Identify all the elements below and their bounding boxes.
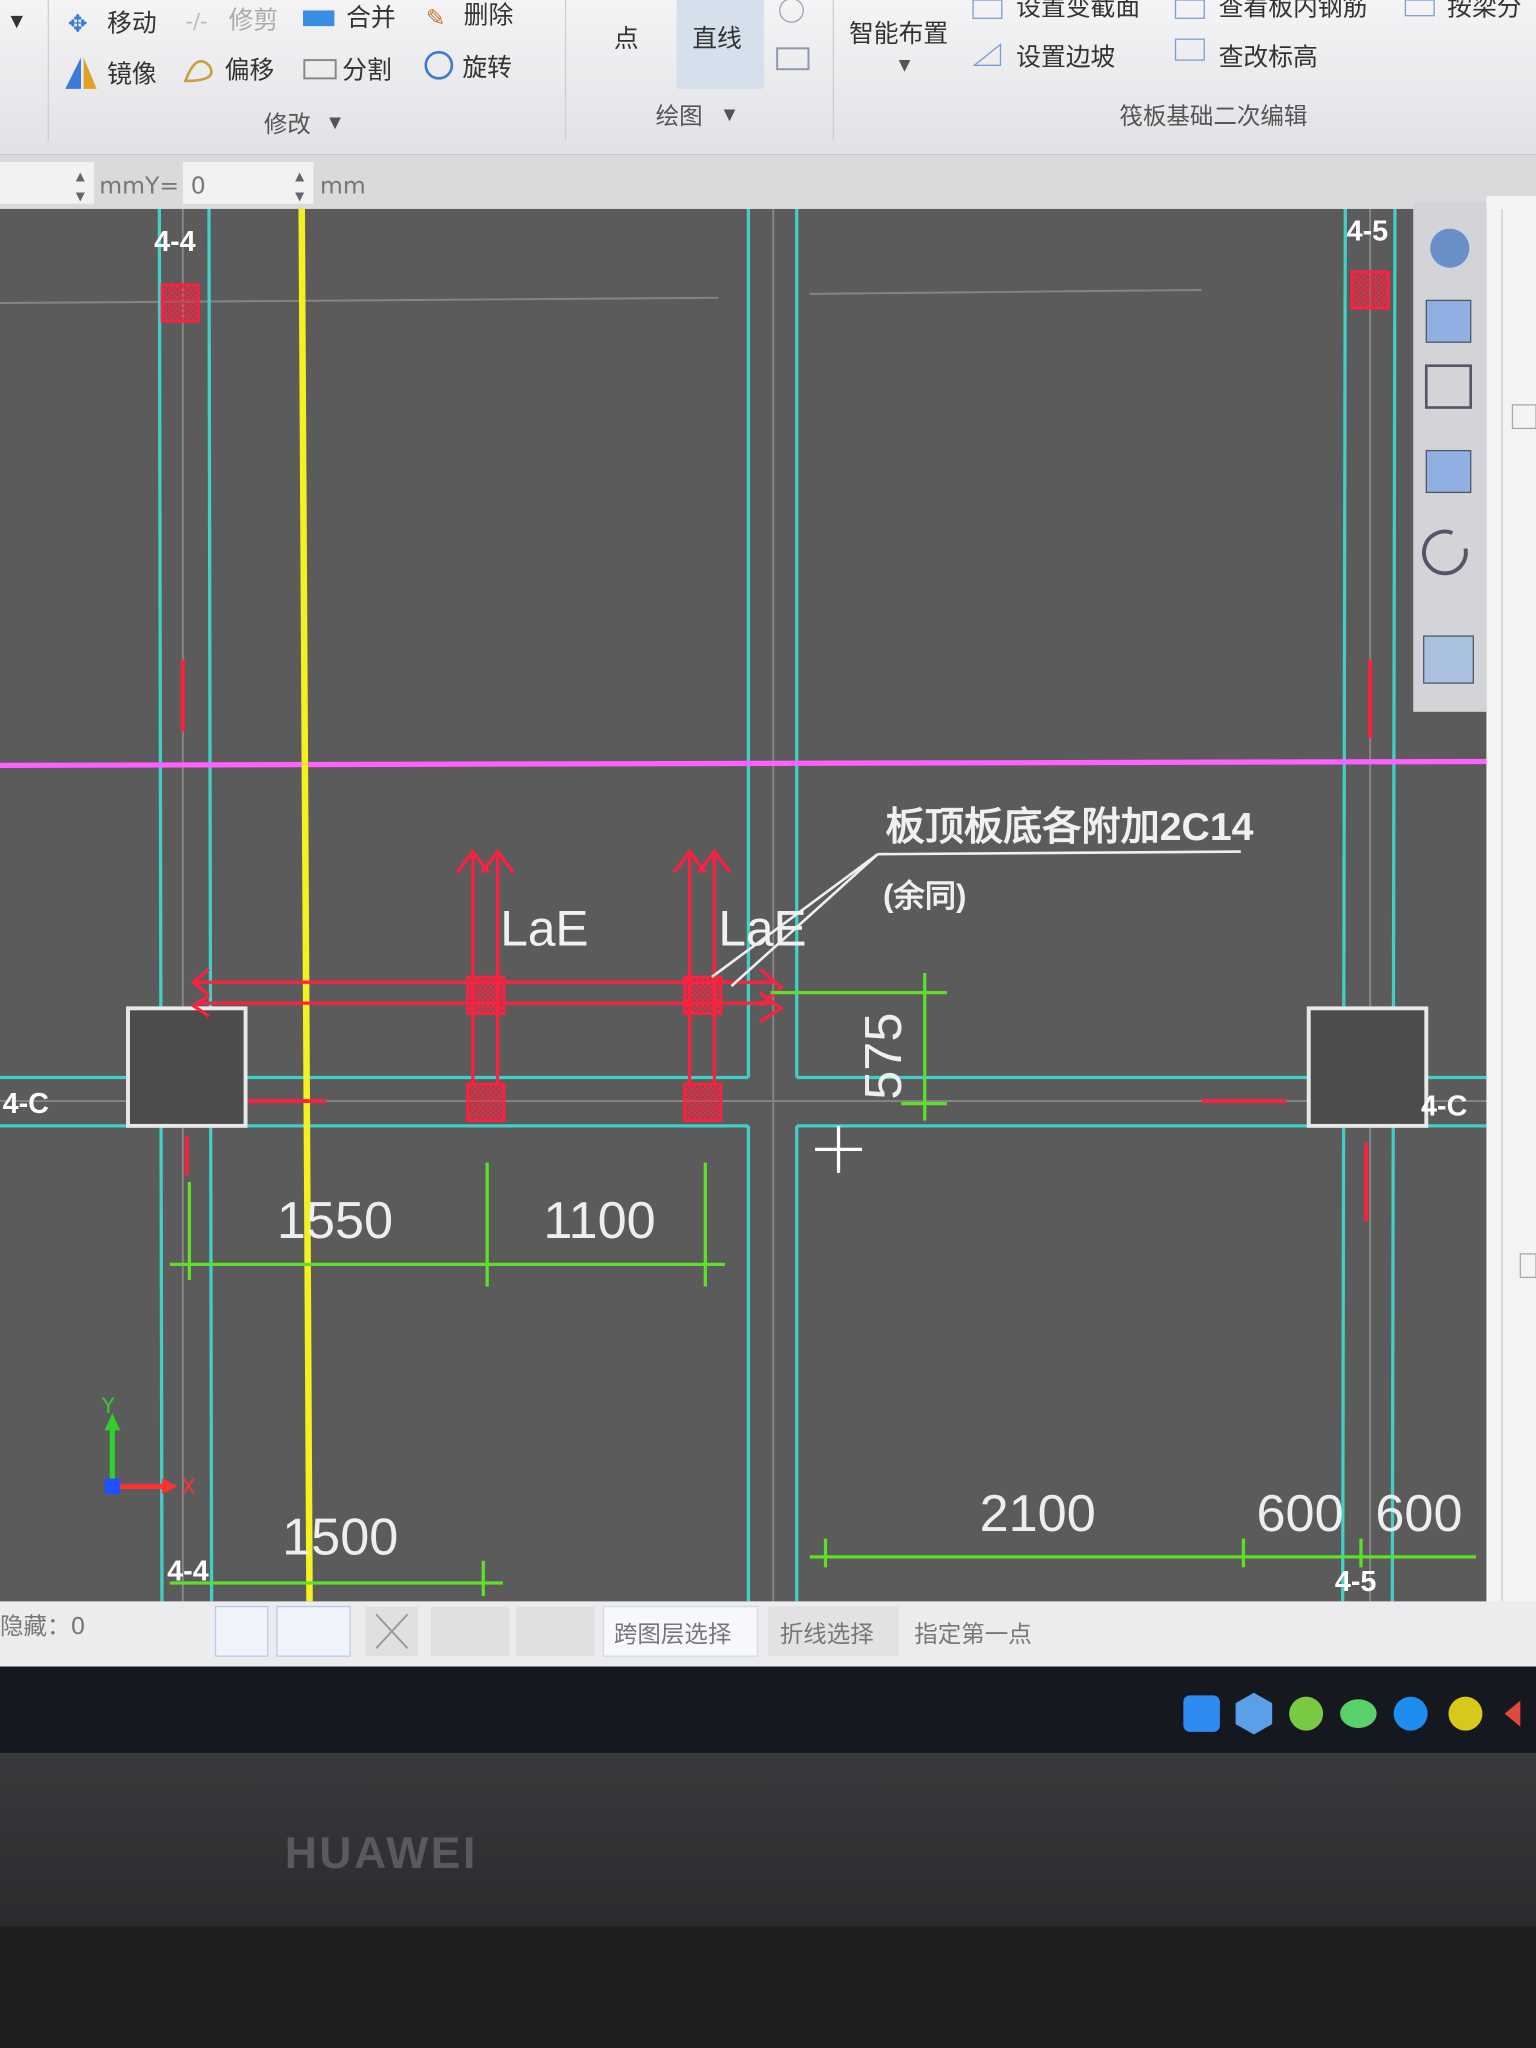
svg-text:旋转: 旋转 [462,53,512,82]
spinner-down[interactable]: ▼ [295,189,304,203]
svg-text:修剪: 修剪 [229,6,279,35]
spinner-down[interactable]: ▼ [76,189,85,203]
screen-photo: ▾ ✥ 移动 -/- 修剪 合并 ✎ 删除 镜像 偏移 分割 旋转 修改 ▾ 点 直线… [0,0,1536,2048]
coordinate-bar: ▲ ▼ mmY= 0 ▲ ▼ mm [0,154,1536,209]
dropdown-arrow: ▾ [899,50,911,78]
annotation-note: (余同) [883,877,967,913]
column-right[interactable] [1306,1006,1429,1128]
drawing-canvas[interactable]: LaE LaE 板顶板底各附加2C14 (余同) 1550 1100 575 1… [0,208,1487,1602]
eraser-icon: ✎ [426,4,446,32]
tray-green-app-icon[interactable] [1289,1696,1324,1731]
layer-list-icon[interactable] [1423,635,1474,684]
solid-view-icon[interactable] [1425,449,1472,494]
ribbon-item-move[interactable]: ✥ 移动 [68,8,157,37]
axis-label: 4-C [1421,1090,1467,1122]
status-bar: 隐藏：0 跨图层选择 折线选择 指定第一点 [0,1601,1536,1667]
svg-text:Y: Y [101,1394,115,1418]
ribbon-item-mirror[interactable]: 镜像 [65,57,157,89]
svg-text:折线选择: 折线选择 [780,1620,874,1648]
dimension-label: 1550 [277,1192,393,1250]
group-label-modify: 修改 [264,110,311,138]
group-label-raft-edit: 筏板基础二次编辑 [1119,102,1307,130]
svg-text:设置边坡: 设置边坡 [1016,42,1115,71]
column-left[interactable] [126,1006,248,1128]
tray-k-icon[interactable] [1183,1695,1220,1732]
svg-text:合并: 合并 [346,3,396,32]
svg-text:查看板内钢筋: 查看板内钢筋 [1219,0,1368,22]
axis-label: 4-5 [1347,215,1389,247]
svg-text:X: X [182,1475,196,1499]
dimension-label: 575 [855,1013,913,1100]
properties-panel [1486,195,1536,1604]
snap-toggle[interactable] [276,1605,351,1657]
orbit-icon[interactable] [1430,228,1470,268]
merge-icon [303,10,335,27]
dimension-toggle[interactable] [515,1606,595,1657]
svg-text:分割: 分割 [342,55,392,84]
polyline-select-button[interactable]: 折线选择 [768,1606,899,1657]
svg-text:删除: 删除 [464,1,514,30]
dimension-label: 2100 [980,1485,1096,1543]
svg-text:跨图层选择: 跨图层选择 [614,1620,732,1648]
lae-label: LaE [500,901,588,957]
ribbon-item-delete[interactable]: ✎ 删除 [426,1,514,33]
tray-browser-icon[interactable] [1393,1696,1428,1731]
axis-label: 4-4 [154,226,196,258]
angle-toggle[interactable] [431,1606,510,1657]
tray-yellow-app-icon[interactable] [1448,1696,1483,1731]
ribbon-item-point[interactable]: 点 [614,24,639,53]
dimension-label: 600 [1375,1485,1462,1543]
svg-text:点: 点 [614,24,639,53]
trim-icon: -/- [185,10,207,34]
hidden-count: 隐藏：0 [0,1612,85,1640]
axis-label: 4-4 [167,1555,209,1587]
3d-view-icon[interactable] [1425,299,1472,343]
ribbon: ▾ ✥ 移动 -/- 修剪 合并 ✎ 删除 镜像 偏移 分割 旋转 修改 ▾ 点 直线… [0,0,1536,155]
ribbon-item-line[interactable]: 直线 [676,0,765,89]
ribbon-item-trim[interactable]: -/- 修剪 [185,6,278,35]
cross-layer-select-button[interactable]: 跨图层选择 [602,1605,759,1657]
svg-text:0: 0 [191,171,206,199]
group-expand-arrow[interactable]: ▾ [329,107,341,135]
tray-wechat-icon[interactable] [1340,1699,1377,1728]
command-prompt: 指定第一点 [914,1620,1031,1648]
axis-label: 4-C [3,1088,49,1120]
svg-text:按梁分: 按梁分 [1447,0,1521,22]
svg-text:镜像: 镜像 [107,59,157,88]
ribbon-collapse-arrow[interactable]: ▾ [10,6,23,35]
laptop-bezel: HUAWEI [0,1752,1536,2048]
axis-label: 4-5 [1335,1566,1377,1598]
dimension-label: 600 [1256,1485,1343,1543]
ortho-toggle[interactable] [214,1605,269,1657]
svg-text:智能布置: 智能布置 [849,19,948,48]
brand-logo: HUAWEI [285,1829,478,1878]
y-label: mmY= [99,171,179,199]
svg-text:直线: 直线 [692,24,742,53]
spinner-up[interactable]: ▲ [76,169,85,183]
svg-text:偏移: 偏移 [225,55,275,84]
view-toolbar [1413,202,1487,712]
annotation-text[interactable]: 板顶板底各附加2C14 [886,806,1254,849]
group-label-draw: 绘图 [656,102,703,130]
taskbar [0,1666,1536,1753]
unit-label: mm [320,171,366,199]
ribbon-item-view-rebar[interactable]: 查看板内钢筋 [1174,0,1368,22]
svg-text:查改标高: 查改标高 [1219,42,1318,71]
dimension-label: 1100 [543,1192,655,1250]
svg-text:移动: 移动 [107,8,157,37]
group-expand-arrow[interactable]: ▾ [724,99,736,127]
dimension-label: 1500 [282,1508,398,1566]
svg-text:设置变截面: 设置变截面 [1016,0,1140,22]
move-icon: ✥ [68,9,88,37]
spinner-up[interactable]: ▲ [295,169,304,183]
